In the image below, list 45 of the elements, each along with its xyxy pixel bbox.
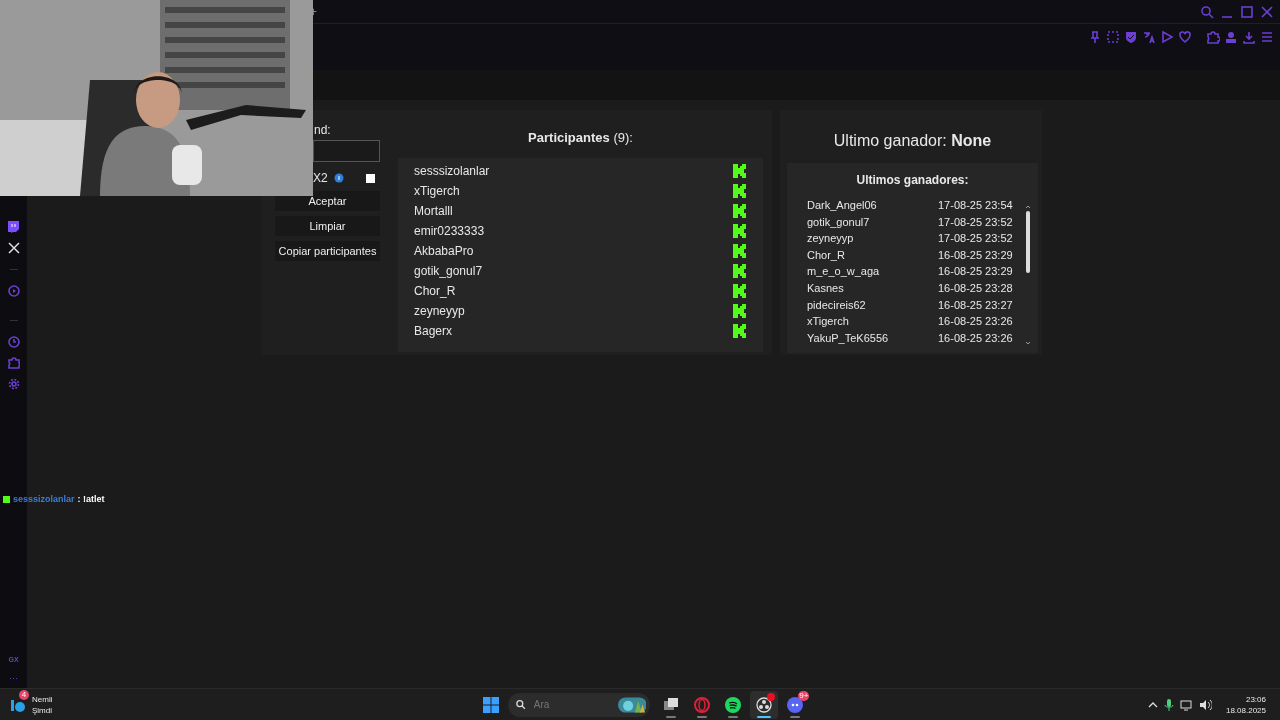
winner-time: 16-08-25 23:27: [938, 297, 1013, 313]
list-title: Participantes (9):: [527, 129, 634, 147]
participant-name: Mortalll: [414, 203, 453, 220]
search-bar[interactable]: Ara: [508, 692, 651, 717]
winner-time: 16-08-25 23:29: [938, 264, 1013, 280]
winner-time: 17-08-25 23:52: [938, 231, 1013, 247]
winner-name: Chor_R: [807, 247, 846, 263]
weather-time: Şimdi: [32, 704, 53, 716]
last-winner: Ultimo ganador: None: [832, 131, 993, 151]
clock-date[interactable]: 18.08.2025: [1225, 704, 1266, 716]
winner-name: gotik_gonul7: [807, 214, 871, 230]
participant-name: zeyneyyp: [414, 303, 465, 320]
weather-text: Nemli: [32, 693, 53, 705]
winner-time: 16-08-25 23:29: [938, 247, 1013, 263]
winner-name: YakuP_TeK6556: [807, 330, 890, 346]
clock-time[interactable]: 23:06: [1245, 693, 1266, 705]
option-label: X2: [313, 170, 328, 187]
winner-name: xTigerch: [807, 314, 850, 330]
winner-name: Dark_Angel06: [807, 198, 878, 213]
winner-time: 17-08-25 23:52: [938, 214, 1013, 230]
notification-badge: 4: [19, 689, 29, 700]
winner-name: Kasnes: [807, 280, 845, 296]
winner-time: 16-08-25 23:28: [938, 280, 1013, 296]
participant-name: gotik_gonul7: [414, 263, 483, 280]
action-button[interactable]: Copiar participantes: [275, 241, 380, 261]
field-label: nd:: [313, 123, 332, 139]
taskbar-app[interactable]: 9+: [781, 690, 810, 719]
participant-name: xTigerch: [414, 183, 460, 200]
action-button[interactable]: Limpiar: [275, 216, 380, 236]
notification-badge: 9+: [798, 690, 810, 701]
winner-time: 16-08-25 23:26: [938, 330, 1013, 346]
winner-name: pidecireis62: [807, 297, 867, 313]
participant-name: emir0233333: [414, 223, 485, 240]
search-field[interactable]: Ara: [531, 696, 612, 713]
participant-name: Chor_R: [414, 283, 456, 300]
chat-message: : !atlet: [77, 493, 105, 506]
winner-time: 17-08-25 23:54: [938, 198, 1013, 213]
list-title: Ultimos ganadores:: [855, 172, 970, 189]
participant-name: Bagerx: [414, 323, 453, 340]
participant-name: AkbabaPro: [414, 243, 474, 260]
winner-name: m_e_o_w_aga: [807, 264, 881, 280]
chat-username: sesssizolanlar: [13, 493, 75, 506]
winner-time: 16-08-25 23:26: [938, 314, 1013, 330]
winner-name: zeyneyyp: [807, 231, 855, 247]
participant-name: sesssizolanlar: [414, 163, 490, 180]
